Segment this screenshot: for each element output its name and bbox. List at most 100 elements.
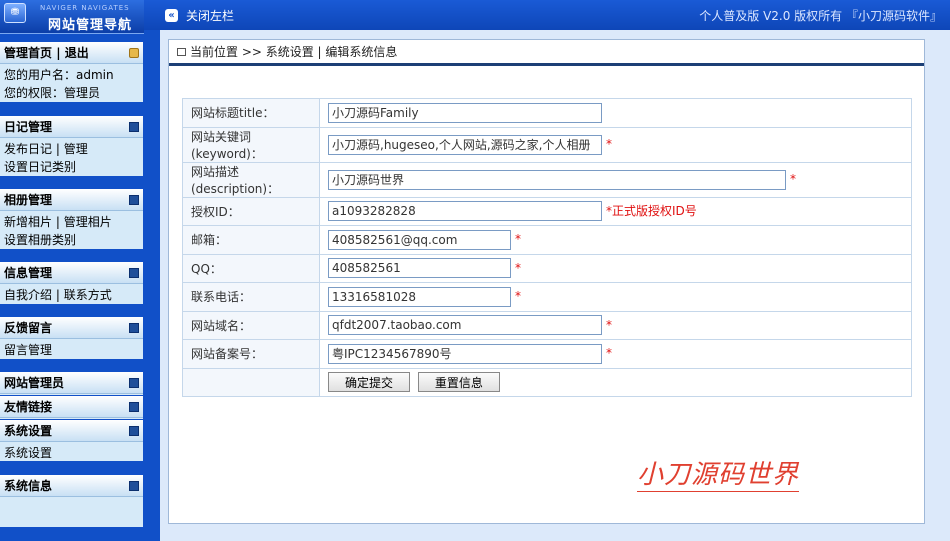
sidebar-section-home: 管理首页 | 退出 您的用户名：admin 您的权限：管理员 <box>0 42 143 102</box>
site-description-input[interactable] <box>328 169 786 190</box>
qq-field[interactable] <box>328 258 511 279</box>
email-field[interactable] <box>328 229 511 250</box>
sidebar-section-diary: 日记管理 发布日记 | 管理 设置日记类别 <box>0 116 143 176</box>
collapse-icon <box>129 401 139 412</box>
site-keyword-input[interactable] <box>328 134 602 155</box>
required-mark: * <box>606 137 612 151</box>
toggle-sidebar-label: 关闭左栏 <box>186 9 235 23</box>
form-row: 邮箱： * <box>182 225 912 255</box>
sidebar-section-album: 相册管理 新增相片 | 管理相片 设置相册类别 <box>0 189 143 249</box>
sidebar-header-settings[interactable]: 系统设置 <box>0 420 143 442</box>
required-mark: * <box>790 172 796 186</box>
sidebar-item-album-category[interactable]: 设置相册类别 <box>4 233 76 247</box>
version-info: 个人普及版 V2.0 版权所有 『小刀源码软件』 <box>699 9 942 23</box>
field-label: 网站域名： <box>182 310 320 340</box>
collapse-left-icon: « <box>165 9 178 22</box>
sidebar-section-settings: 系统设置 系统设置 <box>0 420 143 461</box>
home-icon <box>129 47 139 58</box>
sidebar-section-info: 信息管理 自我介绍 | 联系方式 <box>0 262 143 304</box>
breadcrumb: 当前位置 >> 系统设置 | 编辑系统信息 <box>169 40 924 66</box>
form-row: 网站域名： * <box>182 310 912 340</box>
submit-button[interactable]: 确定提交 <box>328 372 411 393</box>
sidebar-item-guestbook[interactable]: 留言管理 <box>4 343 52 357</box>
user-role-line: 您的权限：管理员 <box>4 86 101 100</box>
watermark-text: 小刀源码世界 <box>637 454 800 492</box>
form-row: QQ： * <box>182 253 912 283</box>
collapse-icon <box>129 194 139 205</box>
license-note: *正式版授权ID号 <box>606 203 697 218</box>
sidebar-title-admins: 网站管理员 <box>4 376 65 390</box>
required-mark: * <box>515 232 521 247</box>
form-row: 网站标题title： <box>182 98 912 128</box>
sidebar-header-home: 管理首页 | 退出 <box>0 42 143 64</box>
field-label: QQ： <box>182 253 320 283</box>
field-label: 联系电话： <box>182 282 320 312</box>
collapse-icon <box>129 480 139 491</box>
sidebar-header-album[interactable]: 相册管理 <box>0 189 143 211</box>
separator: | <box>55 142 60 156</box>
sidebar-header-admins[interactable]: 网站管理员 <box>0 372 143 394</box>
required-mark: * <box>515 289 521 304</box>
field-label: 网站备案号： <box>182 339 320 369</box>
sidebar-header-feedback[interactable]: 反馈留言 <box>0 317 143 339</box>
logo-icon: ⛃ <box>4 3 26 23</box>
sidebar-title-links: 友情链接 <box>4 400 53 414</box>
license-id-input[interactable] <box>328 201 602 222</box>
sidebar-title-diary: 日记管理 <box>4 120 53 134</box>
collapse-icon <box>129 267 139 278</box>
sidebar-title-album: 相册管理 <box>4 193 53 207</box>
sidebar-header-sysinfo[interactable]: 系统信息 <box>0 475 143 497</box>
required-mark: * <box>606 317 612 332</box>
form-row: 网站描述(description)： * <box>182 161 912 198</box>
sidebar-title-sysinfo: 系统信息 <box>4 479 53 493</box>
field-label: 授权ID： <box>182 196 320 226</box>
phone-field[interactable] <box>328 286 511 307</box>
form-row: 网站关键词(keyword)： * <box>182 126 912 163</box>
separator: | <box>55 288 60 302</box>
content-panel: 当前位置 >> 系统设置 | 编辑系统信息 网站标题title： 网站关键词(k… <box>168 39 925 524</box>
form-row: 网站备案号： * <box>182 339 912 369</box>
sidebar-section-admins: 网站管理员 <box>0 372 143 395</box>
icp-field[interactable] <box>328 343 602 364</box>
separator: | <box>56 46 61 60</box>
site-title-input[interactable] <box>328 102 602 123</box>
field-label: 网站标题title： <box>182 98 320 128</box>
sidebar-section-sysinfo: 系统信息 <box>0 475 143 527</box>
sidebar-title-feedback: 反馈留言 <box>4 321 53 335</box>
breadcrumb-text: 当前位置 >> 系统设置 | 编辑系统信息 <box>190 45 398 59</box>
form-row: 联系电话： * <box>182 282 912 312</box>
sidebar-item-add-photo[interactable]: 新增相片 <box>4 215 52 229</box>
field-label: 网站描述(description)： <box>182 161 320 198</box>
sidebar: 管理首页 | 退出 您的用户名：admin 您的权限：管理员 日记管理 发布日记… <box>0 34 160 541</box>
form-row: 确定提交 重置信息 <box>182 367 912 397</box>
separator: | <box>55 215 60 229</box>
sidebar-item-about[interactable]: 自我介绍 <box>4 288 52 302</box>
collapse-icon <box>129 377 139 388</box>
reset-button[interactable]: 重置信息 <box>417 372 500 393</box>
toggle-sidebar-button[interactable]: « 关闭左栏 <box>165 7 234 24</box>
sidebar-section-links: 友情链接 <box>0 396 143 419</box>
sidebar-item-manage-diary[interactable]: 管理 <box>64 142 88 156</box>
sidebar-item-post-diary[interactable]: 发布日记 <box>4 142 52 156</box>
required-mark: * <box>515 260 521 275</box>
sidebar-title-info: 信息管理 <box>4 266 53 280</box>
sidebar-item-diary-category[interactable]: 设置日记类别 <box>4 160 76 174</box>
sidebar-item-contact[interactable]: 联系方式 <box>64 288 112 302</box>
location-icon <box>177 47 186 56</box>
domain-field[interactable] <box>328 315 602 336</box>
sidebar-item-system-settings[interactable]: 系统设置 <box>4 446 52 460</box>
logout-link[interactable]: 退出 <box>65 46 89 60</box>
required-mark: * <box>606 346 612 361</box>
settings-form: 网站标题title： 网站关键词(keyword)： * 网站描述(descri… <box>182 98 912 397</box>
collapse-icon <box>129 322 139 333</box>
sidebar-title-settings: 系统设置 <box>4 424 53 438</box>
home-link[interactable]: 管理首页 <box>4 46 52 60</box>
logo-subtitle: NAVIGER NAVIGATES <box>40 4 130 12</box>
logo-title: 网站管理导航 <box>48 18 133 33</box>
sidebar-section-feedback: 反馈留言 留言管理 <box>0 317 143 359</box>
sidebar-header-info[interactable]: 信息管理 <box>0 262 143 284</box>
sidebar-item-manage-photo[interactable]: 管理相片 <box>64 215 112 229</box>
collapse-icon <box>129 121 139 132</box>
sidebar-header-links[interactable]: 友情链接 <box>0 396 143 418</box>
sidebar-header-diary[interactable]: 日记管理 <box>0 116 143 138</box>
